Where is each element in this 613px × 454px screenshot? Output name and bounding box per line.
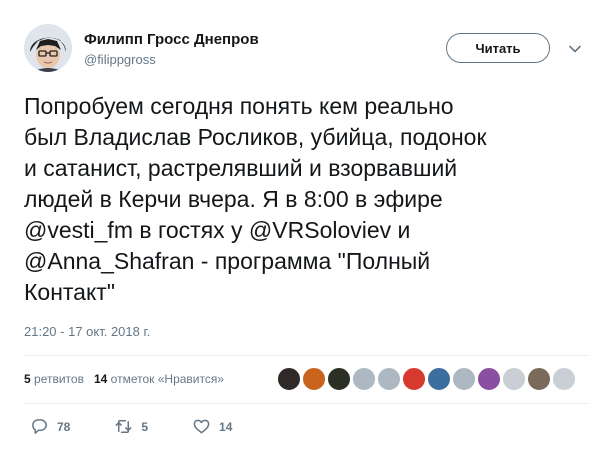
liker-avatar[interactable]: [352, 367, 376, 391]
avatar-image: [24, 24, 72, 72]
liker-avatar[interactable]: [402, 367, 426, 391]
tweet-line: @vesti_fm в гостях у @VRSoloviev и: [24, 217, 411, 243]
tweet-line: Попробуем сегодня понять кем реально: [24, 93, 454, 119]
retweet-button[interactable]: 5: [114, 417, 148, 436]
likes-label: отметок «Нравится»: [110, 372, 225, 386]
liker-avatar[interactable]: [327, 367, 351, 391]
divider: [24, 403, 589, 404]
liker-avatars: [277, 367, 577, 391]
liker-avatar[interactable]: [502, 367, 526, 391]
author-avatar[interactable]: [24, 24, 72, 72]
author-handle[interactable]: @filippgross: [84, 52, 156, 67]
tweet-timestamp[interactable]: 21:20 - 17 окт. 2018 г.: [24, 324, 150, 339]
reply-count: 78: [57, 419, 71, 434]
tweet-actions: 78 5 14: [30, 417, 276, 436]
likes-count: 14: [93, 372, 108, 386]
retweets-stat[interactable]: 5 ретвитов: [24, 372, 84, 386]
likes-stat[interactable]: 14 отметок «Нравится»: [94, 372, 224, 386]
liker-avatar[interactable]: [452, 367, 476, 391]
tweet-line: Контакт": [24, 279, 115, 305]
liker-avatar[interactable]: [302, 367, 326, 391]
tweet-line: @Anna_Shafran - программа "Полный: [24, 248, 431, 274]
retweet-icon: [115, 420, 132, 433]
retweet-count: 5: [141, 419, 149, 434]
engagement-stats: 5 ретвитов 14 отметок «Нравится»: [24, 372, 224, 386]
reply-icon: [32, 419, 47, 434]
liker-avatar[interactable]: [277, 367, 301, 391]
tweet-line: и сатанист, растрелявший и взорвавший: [24, 155, 458, 181]
follow-button[interactable]: Читать: [446, 33, 550, 63]
liker-avatar[interactable]: [552, 367, 576, 391]
retweets-count: 5: [24, 372, 31, 386]
like-button[interactable]: 14: [192, 417, 232, 436]
liker-avatar[interactable]: [477, 367, 501, 391]
tweet-line: был Владислав Росликов, убийца, подонок: [24, 124, 487, 150]
liker-avatar[interactable]: [527, 367, 551, 391]
heart-icon: [193, 419, 210, 434]
divider: [24, 355, 589, 356]
reply-button[interactable]: 78: [30, 417, 70, 436]
liker-avatar[interactable]: [377, 367, 401, 391]
tweet-line: людей в Керчи вчера. Я в 8:00 в эфире: [24, 186, 443, 212]
tweet-text: Попробуем сегодня понять кем реально был…: [24, 91, 594, 308]
chevron-down-icon[interactable]: [566, 40, 584, 58]
like-count: 14: [219, 419, 233, 434]
retweets-label: ретвитов: [34, 372, 84, 386]
liker-avatar[interactable]: [427, 367, 451, 391]
author-name[interactable]: Филипп Гросс Днепров: [84, 31, 259, 48]
